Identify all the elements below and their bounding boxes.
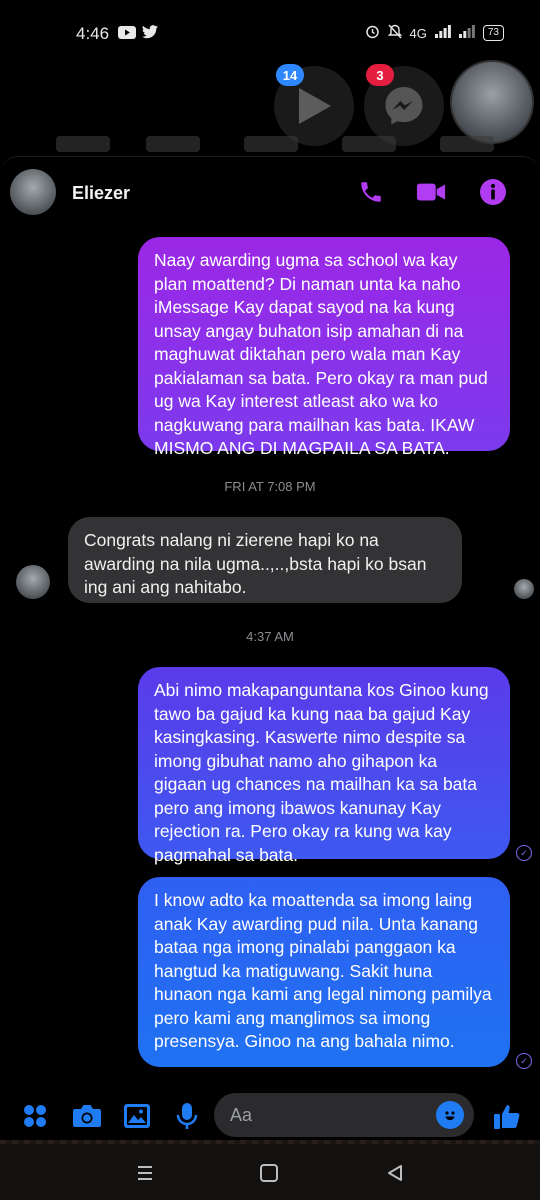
timestamp: 4:37 AM (246, 629, 294, 644)
app-folder (342, 136, 396, 152)
incoming-message[interactable]: Congrats nalang ni zierene hapi ko na aw… (68, 517, 462, 603)
signal-icon-2 (458, 25, 475, 41)
gallery-button[interactable] (120, 1099, 154, 1133)
avatar[interactable] (10, 169, 56, 215)
home-icon (260, 1164, 278, 1182)
battery-icon: 73 (482, 25, 504, 41)
chat-header: Eliezer (0, 157, 540, 229)
sender-avatar (16, 565, 50, 599)
delivered-check-icon: ✓ (516, 845, 532, 861)
timestamp: FRI AT 7:08 PM (224, 479, 316, 494)
four-dots-icon (24, 1105, 46, 1127)
signal-icon (434, 25, 451, 41)
outgoing-message[interactable]: I know adto ka moattenda sa imong laing … (138, 877, 510, 1067)
network-label: 4G (409, 25, 427, 41)
youtube-chat-head[interactable]: 14 (274, 64, 354, 146)
app-folder (146, 136, 200, 152)
recents-button[interactable] (130, 1158, 160, 1188)
messenger-chat-head[interactable]: 3 (364, 64, 444, 146)
play-icon (299, 88, 331, 124)
status-time: 4:46 (76, 24, 110, 43)
composer-bar (0, 1087, 540, 1145)
emoji-button[interactable] (436, 1101, 464, 1129)
youtube-icon (118, 25, 136, 44)
app-folder (56, 136, 110, 152)
contact-chat-head[interactable] (450, 60, 534, 144)
thumbs-up-icon (494, 1105, 520, 1129)
info-button[interactable] (478, 177, 508, 207)
recents-icon (138, 1166, 152, 1180)
message-input[interactable] (230, 1093, 430, 1137)
contact-name[interactable]: Eliezer (72, 183, 130, 204)
youtube-badge: 14 (276, 64, 304, 86)
twitter-icon (142, 25, 158, 44)
video-call-button[interactable] (416, 177, 446, 207)
menu-button[interactable] (18, 1099, 52, 1133)
delivered-check-icon: ✓ (516, 1053, 532, 1069)
emoji-icon (445, 1111, 455, 1121)
info-icon (480, 179, 506, 205)
read-receipt-avatar (514, 579, 534, 599)
home-screen-shadow (0, 136, 540, 156)
home-button[interactable] (254, 1158, 284, 1188)
call-button[interactable] (356, 177, 386, 207)
back-icon (388, 1165, 402, 1181)
video-icon (416, 183, 446, 201)
camera-button[interactable] (70, 1099, 104, 1133)
messenger-badge: 3 (366, 64, 394, 86)
system-nav-bar (0, 1144, 540, 1200)
message-input-wrap (214, 1093, 474, 1137)
voice-button[interactable] (170, 1099, 204, 1133)
alarm-icon (365, 24, 380, 42)
outgoing-message[interactable]: Abi nimo makapanguntana kos Ginoo kung t… (138, 667, 510, 865)
like-button[interactable] (490, 1099, 524, 1133)
app-folder (244, 136, 298, 152)
messenger-icon (385, 87, 423, 125)
chat-panel: Eliezer Naay awarding ugma sa school wa … (0, 156, 540, 1144)
outgoing-message[interactable]: Naay awarding ugma sa school wa kay plan… (138, 237, 510, 458)
microphone-icon (176, 1103, 198, 1129)
image-icon (124, 1104, 150, 1128)
back-button[interactable] (380, 1158, 410, 1188)
camera-icon (73, 1105, 101, 1127)
phone-icon (361, 182, 381, 202)
app-folder (440, 136, 494, 152)
mute-icon (387, 24, 402, 42)
